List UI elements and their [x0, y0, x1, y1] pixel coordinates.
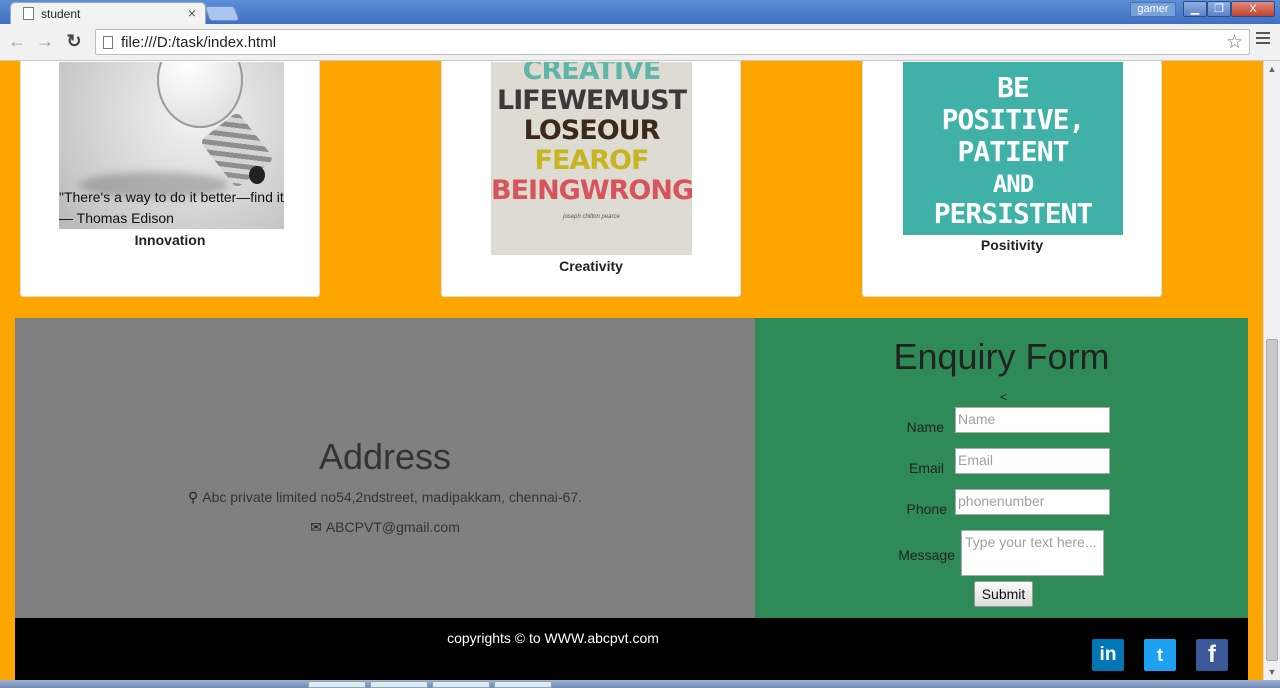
message-label: Message [898, 547, 955, 563]
card-caption: Creativity [559, 258, 623, 274]
scroll-down-icon[interactable]: ▼ [1264, 664, 1280, 680]
lightbulb-image: "There's a way to do it better—find it."… [59, 62, 284, 229]
scroll-thumb[interactable] [1266, 339, 1278, 661]
tab-close-icon[interactable]: × [188, 5, 196, 21]
email-input[interactable]: Email [955, 448, 1110, 474]
quote-author: — Thomas Edison [59, 210, 174, 226]
submit-button[interactable]: Submit [974, 581, 1033, 607]
new-tab-button[interactable] [204, 6, 240, 21]
poster-line: PATIENT [957, 135, 1069, 168]
page-icon [103, 36, 113, 49]
vertical-scrollbar[interactable]: ▲ ▼ [1263, 61, 1280, 680]
email-label: Email [908, 460, 944, 476]
positivity-poster-image: BE POSITIVE, PATIENT AND PERSISTENT [903, 62, 1123, 235]
phone-input[interactable]: phonenumber [955, 489, 1110, 515]
maximize-button[interactable]: ❐ [1207, 1, 1231, 17]
poster-line: POSITIVE, [941, 103, 1086, 136]
card-caption: Positivity [980, 237, 1044, 253]
browser-toolbar: ← → ↻ file:///D:/task/index.html ☆ [0, 24, 1280, 61]
enquiry-title: Enquiry Form [893, 336, 1110, 377]
forward-arrow-icon[interactable]: → [34, 30, 56, 52]
os-taskbar [0, 680, 1280, 688]
copyright-text: copyrights © to WWW.abcpvt.com [447, 630, 659, 646]
profile-button[interactable]: gamer [1130, 2, 1176, 17]
card-innovation: "There's a way to do it better—find it."… [20, 61, 320, 297]
window-close-button[interactable]: X [1231, 1, 1275, 17]
name-label: Name [906, 419, 944, 435]
poster-line: AND [992, 170, 1034, 198]
email-text: ABCPVT@gmail.com [325, 519, 460, 535]
reload-icon[interactable]: ↻ [63, 30, 85, 52]
browser-titlebar: student × gamer ▁ ❐ X [0, 0, 1280, 24]
page-viewport: "There's a way to do it better—find it."… [0, 61, 1263, 680]
card-positivity: BE POSITIVE, PATIENT AND PERSISTENT Posi… [862, 61, 1162, 297]
poster-line: PERSISTENT [933, 197, 1094, 230]
quote-text: "There's a way to do it better—find it." [59, 189, 284, 205]
facebook-icon[interactable]: f [1196, 639, 1228, 671]
envelope-icon: ✉ [310, 519, 322, 535]
address-email: ✉ ABCPVT@gmail.com [15, 519, 755, 536]
poster-line: LIFEWEMUST [496, 85, 687, 116]
scroll-up-icon[interactable]: ▲ [1264, 61, 1280, 77]
stray-text: < [1000, 390, 1008, 404]
taskbar-item[interactable] [432, 681, 490, 688]
taskbar-item[interactable] [370, 681, 428, 688]
address-location: ⚲ Abc private limited no54,2ndstreet, mad… [15, 489, 755, 506]
poster-signature: joseph chilton pearce [563, 214, 620, 220]
card-caption: Innovation [134, 232, 206, 248]
bookmark-star-icon[interactable]: ☆ [1226, 31, 1243, 54]
address-title: Address [318, 436, 452, 477]
back-arrow-icon[interactable]: ← [6, 30, 28, 52]
linkedin-icon[interactable]: in [1092, 639, 1124, 671]
footer: copyrights © to WWW.abcpvt.com in t f [15, 618, 1248, 680]
message-textarea[interactable]: Type your text here... [961, 530, 1104, 576]
poster-line: BE [997, 71, 1030, 104]
address-section: Address ⚲ Abc private limited no54,2ndstr… [15, 318, 755, 618]
browser-menu-icon[interactable] [1256, 32, 1270, 46]
url-text[interactable]: file:///D:/task/index.html [121, 34, 276, 51]
address-text: Abc private limited no54,2ndstreet, madi… [202, 489, 583, 505]
map-marker-icon: ⚲ [187, 489, 199, 505]
poster-line: CREATIVE [522, 62, 662, 86]
poster-line: BEINGWRONG [491, 175, 692, 206]
poster-line: FEAROF [534, 145, 650, 176]
taskbar-item[interactable] [494, 681, 552, 688]
name-input[interactable]: Name [955, 407, 1110, 433]
enquiry-section: Enquiry Form < Name Name Email Email Pho… [755, 318, 1248, 618]
twitter-icon[interactable]: t [1144, 639, 1176, 671]
browser-tab[interactable]: student × [10, 2, 206, 24]
card-creativity: CREATIVE LIFEWEMUST LOSEOUR FEAROF BEING… [441, 61, 741, 297]
creativity-poster-image: CREATIVE LIFEWEMUST LOSEOUR FEAROF BEING… [491, 62, 692, 255]
minimize-button[interactable]: ▁ [1183, 1, 1207, 17]
poster-line: LOSEOUR [523, 115, 661, 146]
phone-label: Phone [906, 501, 947, 517]
tab-title: student [41, 7, 81, 21]
page-icon [23, 7, 34, 20]
taskbar-item[interactable] [308, 681, 366, 688]
address-bar[interactable]: file:///D:/task/index.html ☆ [95, 29, 1250, 55]
